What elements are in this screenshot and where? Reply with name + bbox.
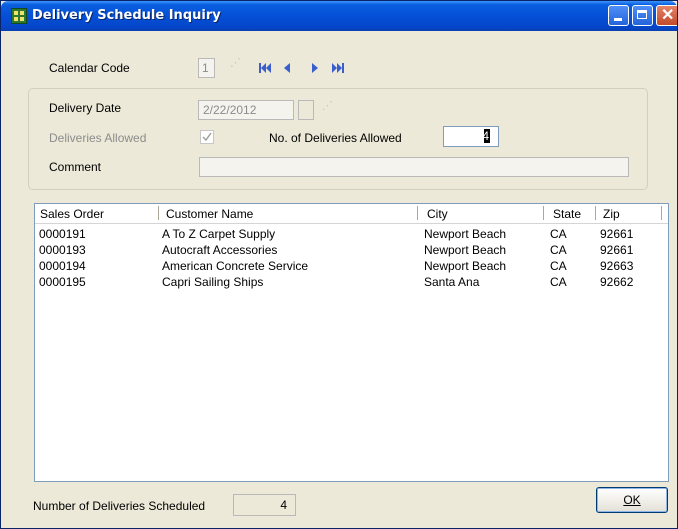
table-row[interactable]: 0000193 Autocraft Accessories Newport Be… bbox=[35, 242, 668, 258]
ok-button[interactable]: OK bbox=[596, 487, 668, 513]
cell-zip: 92663 bbox=[600, 259, 634, 273]
deliveries-allowed-checkbox[interactable] bbox=[200, 130, 214, 144]
next-record-icon[interactable] bbox=[308, 61, 322, 75]
cell-zip: 92661 bbox=[600, 227, 634, 241]
date-picker-button[interactable] bbox=[298, 100, 314, 120]
column-separator[interactable] bbox=[595, 206, 596, 220]
cell-state: CA bbox=[550, 243, 567, 257]
calendar-lookup-icon[interactable]: ⋰ bbox=[230, 58, 241, 75]
first-record-icon[interactable] bbox=[258, 61, 272, 75]
deliveries-count-label: No. of Deliveries Allowed bbox=[269, 131, 402, 145]
calendar-picker-icon[interactable]: ⋰ bbox=[322, 101, 333, 118]
cell-zip: 92662 bbox=[600, 275, 634, 289]
column-customer-name[interactable]: Customer Name bbox=[166, 207, 253, 221]
cell-sales-order: 0000193 bbox=[39, 243, 86, 257]
window-title: Delivery Schedule Inquiry bbox=[32, 8, 221, 23]
sales-order-grid[interactable]: Sales Order Customer Name City State Zip… bbox=[34, 203, 669, 482]
cell-city: Santa Ana bbox=[424, 275, 480, 289]
cell-city: Newport Beach bbox=[424, 259, 507, 273]
column-separator[interactable] bbox=[661, 206, 662, 220]
cell-sales-order: 0000194 bbox=[39, 259, 86, 273]
deliveries-scheduled-label: Number of Deliveries Scheduled bbox=[33, 499, 206, 513]
column-separator[interactable] bbox=[417, 206, 418, 220]
table-row[interactable]: 0000191 A To Z Carpet Supply Newport Bea… bbox=[35, 226, 668, 242]
cell-customer-name: American Concrete Service bbox=[162, 259, 309, 273]
cell-sales-order: 0000195 bbox=[39, 275, 86, 289]
column-separator[interactable] bbox=[543, 206, 544, 220]
app-icon bbox=[11, 8, 27, 24]
close-icon: ✕ bbox=[661, 7, 675, 24]
grid-header: Sales Order Customer Name City State Zip bbox=[35, 204, 668, 224]
comment-field[interactable] bbox=[199, 157, 629, 177]
delivery-date-label: Delivery Date bbox=[49, 101, 122, 115]
calendar-code-field[interactable]: 1 bbox=[198, 58, 215, 78]
cell-zip: 92661 bbox=[600, 243, 634, 257]
column-zip[interactable]: Zip bbox=[603, 207, 620, 221]
cell-customer-name: Autocraft Accessories bbox=[162, 243, 278, 257]
column-sales-order[interactable]: Sales Order bbox=[40, 207, 104, 221]
calendar-code-label: Calendar Code bbox=[49, 61, 130, 75]
deliveries-count-field[interactable]: 4 bbox=[443, 126, 499, 147]
cell-city: Newport Beach bbox=[424, 243, 507, 257]
column-separator[interactable] bbox=[158, 206, 159, 220]
cell-sales-order: 0000191 bbox=[39, 227, 86, 241]
minimize-button[interactable] bbox=[608, 5, 629, 26]
deliveries-count-value: 4 bbox=[482, 129, 489, 143]
close-button[interactable]: ✕ bbox=[656, 5, 677, 26]
cell-state: CA bbox=[550, 227, 567, 241]
title-bar[interactable]: Delivery Schedule Inquiry ✕ bbox=[1, 1, 677, 31]
cell-customer-name: Capri Sailing Ships bbox=[162, 275, 264, 289]
delivery-date-field[interactable]: 2/22/2012 bbox=[198, 100, 294, 120]
column-city[interactable]: City bbox=[427, 207, 448, 221]
cell-state: CA bbox=[550, 259, 567, 273]
comment-label: Comment bbox=[49, 160, 102, 174]
table-row[interactable]: 0000194 American Concrete Service Newpor… bbox=[35, 258, 668, 274]
delivery-schedule-window: Delivery Schedule Inquiry ✕ Calendar Cod… bbox=[0, 0, 678, 529]
deliveries-allowed-label: Deliveries Allowed bbox=[49, 131, 147, 145]
table-row[interactable]: 0000195 Capri Sailing Ships Santa Ana CA… bbox=[35, 274, 668, 290]
last-record-icon[interactable] bbox=[331, 61, 345, 75]
ok-button-label: OK bbox=[623, 493, 641, 507]
cell-customer-name: A To Z Carpet Supply bbox=[162, 227, 276, 241]
deliveries-scheduled-field: 4 bbox=[233, 494, 296, 516]
check-icon bbox=[202, 132, 212, 142]
cell-city: Newport Beach bbox=[424, 227, 507, 241]
column-state[interactable]: State bbox=[553, 207, 581, 221]
cell-state: CA bbox=[550, 275, 567, 289]
previous-record-icon[interactable] bbox=[280, 61, 294, 75]
maximize-button[interactable] bbox=[632, 5, 653, 26]
